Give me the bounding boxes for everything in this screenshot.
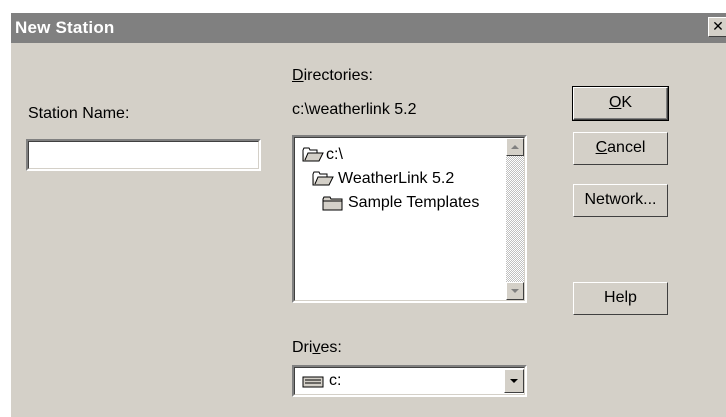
scroll-down-button[interactable] [506, 282, 524, 300]
directories-label: Directories: [292, 67, 373, 84]
drives-select[interactable]: c: [292, 365, 527, 397]
closed-folder-icon [322, 196, 343, 211]
chevron-down-icon [510, 379, 518, 383]
list-item[interactable]: WeatherLink 5.2 [310, 169, 500, 191]
ok-button[interactable]: OK [572, 86, 669, 121]
station-name-input[interactable] [26, 139, 261, 171]
current-directory-path: c:\weatherlink 5.2 [292, 101, 417, 118]
help-button[interactable]: Help [573, 282, 668, 315]
close-icon: ✕ [712, 18, 724, 34]
new-station-dialog: New Station ✕ Station Name: Directories:… [10, 12, 726, 417]
list-item[interactable]: Sample Templates [320, 193, 510, 215]
directory-item-label: Sample Templates [348, 194, 480, 211]
arrow-up-icon [511, 145, 519, 149]
list-item[interactable]: c:\ [300, 145, 490, 167]
directory-item-label: WeatherLink 5.2 [338, 170, 455, 187]
drives-dropdown-button[interactable] [504, 369, 524, 393]
directory-item-label: c:\ [326, 146, 343, 163]
open-folder-icon [302, 147, 324, 162]
drives-label: Drives: [292, 339, 342, 356]
network-button[interactable]: Network... [573, 184, 668, 217]
station-name-label: Station Name: [28, 105, 130, 122]
title-bar[interactable]: New Station [11, 13, 726, 43]
drives-selected-value: c: [329, 372, 342, 389]
close-button[interactable]: ✕ [708, 17, 726, 37]
dialog-title: New Station [15, 18, 115, 37]
open-folder-icon [312, 171, 334, 186]
scroll-up-button[interactable] [506, 138, 524, 156]
hard-drive-icon [302, 376, 324, 388]
arrow-down-icon [511, 289, 519, 293]
directory-scrollbar[interactable] [506, 138, 524, 300]
cancel-button[interactable]: Cancel [573, 132, 668, 165]
directory-list[interactable]: c:\ WeatherLink 5.2 Sample Templates [292, 135, 527, 303]
